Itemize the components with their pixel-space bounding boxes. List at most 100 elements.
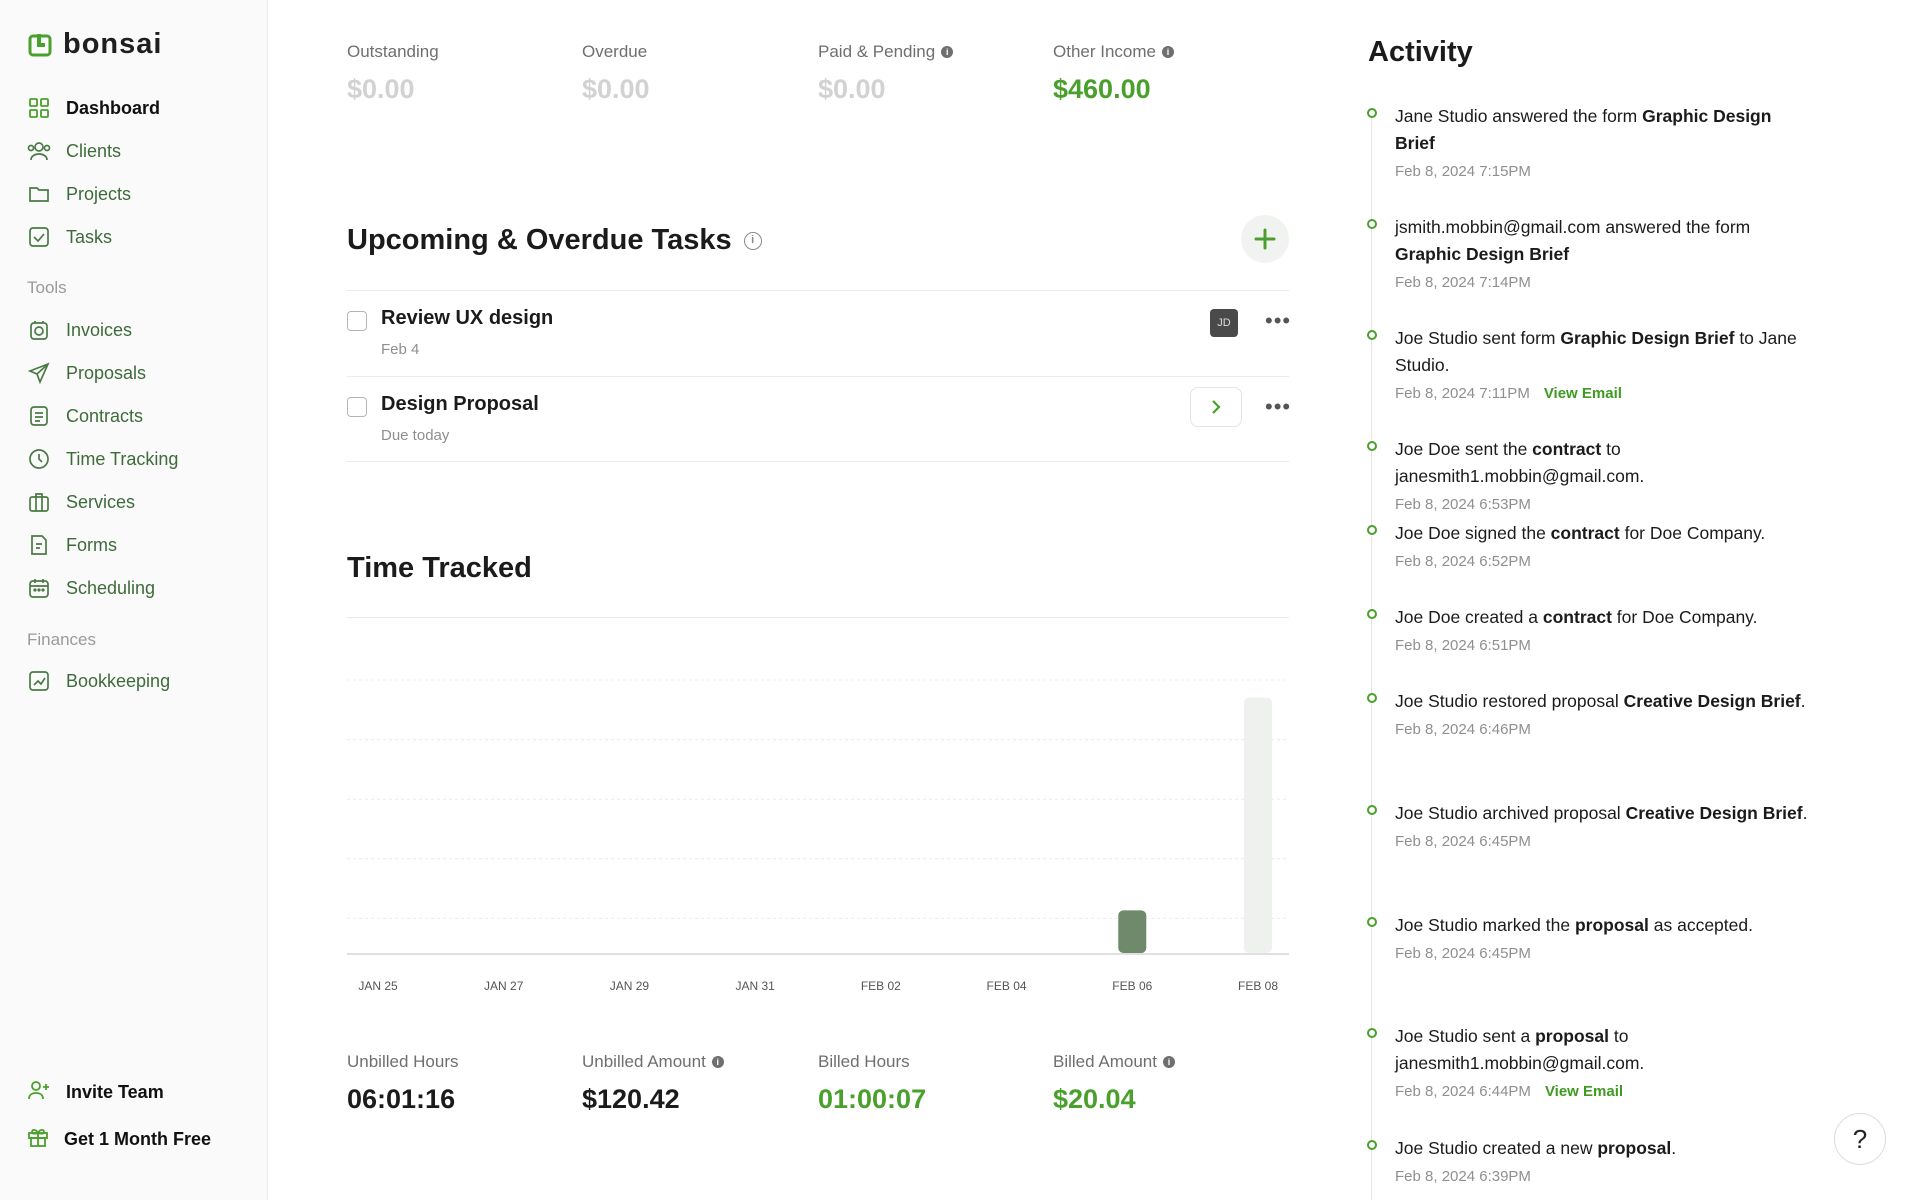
get-free-month-button[interactable]: Get 1 Month Free <box>27 1126 211 1153</box>
activity-item: Joe Studio archived proposal Creative De… <box>1367 800 1808 850</box>
sidebar-item-proposals[interactable]: Proposals <box>27 358 146 388</box>
activity-entity: proposal <box>1597 1138 1672 1158</box>
sidebar-item-label: Dashboard <box>66 97 161 118</box>
task-title[interactable]: Design Proposal <box>381 393 539 416</box>
activity-title: Activity <box>1368 36 1473 68</box>
view-email-link[interactable]: View Email <box>1544 385 1622 402</box>
sidebar-item-dashboard[interactable]: Dashboard <box>27 93 160 123</box>
activity-item: Joe Studio marked the proposal as accept… <box>1367 912 1808 962</box>
stat-other-income[interactable]: Other Income i $460.00 <box>1053 42 1174 105</box>
info-icon[interactable]: i <box>711 1056 724 1068</box>
activity-text-part: Joe Studio restored proposal <box>1395 691 1624 711</box>
x-tick-label: JAN 31 <box>735 979 775 993</box>
activity-text-part: for Doe Company. <box>1619 523 1766 543</box>
more-options-icon[interactable]: ••• <box>1265 310 1291 332</box>
add-task-button[interactable] <box>1241 215 1289 263</box>
activity-item: Joe Doe sent the contract to janesmith1.… <box>1367 436 1808 513</box>
stat-label-row: Billed Amount i <box>1053 1052 1175 1072</box>
task-checkbox[interactable] <box>347 397 367 417</box>
stat-unbilled-hours[interactable]: Unbilled Hours 06:01:16 <box>347 1052 459 1115</box>
sidebar-item-forms[interactable]: Forms <box>27 530 117 560</box>
sidebar-item-invoices[interactable]: Invoices <box>27 315 132 345</box>
stat-outstanding[interactable]: Outstanding $0.00 <box>347 42 439 105</box>
activity-item: Joe Doe created a contract for Doe Compa… <box>1367 604 1808 654</box>
section-title-text: Upcoming & Overdue Tasks <box>347 224 732 256</box>
assignee-avatar[interactable]: JD <box>1210 309 1238 337</box>
sidebar-item-label: Time Tracking <box>66 448 179 469</box>
invoice-icon <box>27 318 51 342</box>
sidebar-item-bookkeeping[interactable]: Bookkeeping <box>27 666 170 696</box>
task-row[interactable]: Design Proposal Due today ••• <box>347 377 1291 461</box>
activity-text-part: Jane Studio answered the form <box>1395 106 1643 126</box>
stat-billed-hours[interactable]: Billed Hours 01:00:07 <box>818 1052 926 1115</box>
activity-entity: proposal <box>1535 1026 1610 1046</box>
activity-text: Joe Doe created a contract for Doe Compa… <box>1395 604 1808 631</box>
sidebar-item-clients[interactable]: Clients <box>27 136 121 166</box>
sidebar-item-services[interactable]: Services <box>27 487 135 517</box>
activity-text: Joe Studio marked the proposal as accept… <box>1395 912 1808 939</box>
stat-label: Paid & Pending <box>818 42 936 61</box>
activity-text-part: . <box>1671 1138 1677 1158</box>
stat-label-row: Unbilled Amount i <box>582 1052 724 1072</box>
sidebar-item-projects[interactable]: Projects <box>27 179 131 209</box>
add-user-icon <box>27 1079 51 1106</box>
get-free-label: Get 1 Month Free <box>64 1129 212 1149</box>
invite-team-button[interactable]: Invite Team <box>27 1079 164 1106</box>
sidebar-item-tasks[interactable]: Tasks <box>27 222 112 252</box>
activity-meta: Feb 8, 2024 6:45PM <box>1395 945 1808 962</box>
stat-value: 06:01:16 <box>347 1084 456 1114</box>
plus-icon <box>1254 228 1276 250</box>
chart-bar[interactable] <box>1244 697 1272 953</box>
activity-meta: Feb 8, 2024 6:52PM <box>1395 553 1808 570</box>
stat-value: $0.00 <box>582 74 650 104</box>
timeline-dot-icon <box>1367 441 1377 451</box>
activity-item: Jane Studio answered the form Graphic De… <box>1367 103 1808 180</box>
task-checkbox[interactable] <box>347 311 367 331</box>
stat-value: $120.42 <box>582 1084 680 1114</box>
sidebar-item-scheduling[interactable]: Scheduling <box>27 573 155 603</box>
open-task-button[interactable] <box>1190 387 1242 427</box>
info-icon[interactable]: i <box>941 46 954 58</box>
activity-item: Joe Studio created a new proposal. Feb 8,… <box>1367 1135 1808 1185</box>
stat-billed-amount[interactable]: Billed Amount i $20.04 <box>1053 1052 1175 1115</box>
activity-date: Feb 8, 2024 6:51PM <box>1395 637 1531 654</box>
activity-text: Joe Doe signed the contract for Doe Comp… <box>1395 520 1808 547</box>
chevron-right-icon <box>1212 400 1221 414</box>
x-tick-label: FEB 02 <box>861 979 901 993</box>
sidebar-item-contracts[interactable]: Contracts <box>27 401 143 431</box>
sidebar-item-time-tracking[interactable]: Time Tracking <box>27 444 178 474</box>
users-icon <box>27 139 51 163</box>
stat-paid-pending[interactable]: Paid & Pending i $0.00 <box>818 42 954 105</box>
task-row[interactable]: Review UX design Feb 4 JD ••• <box>347 291 1291 375</box>
activity-meta: Feb 8, 2024 6:45PM <box>1395 833 1808 850</box>
stat-overdue[interactable]: Overdue $0.00 <box>582 42 650 105</box>
activity-text-part: Joe Studio sent form <box>1395 328 1561 348</box>
activity-text: Jane Studio answered the form Graphic De… <box>1395 103 1808 157</box>
timeline-dot-icon <box>1367 609 1377 619</box>
task-title[interactable]: Review UX design <box>381 307 553 330</box>
activity-text: Joe Studio sent a proposal to janesmith1… <box>1395 1023 1808 1077</box>
view-email-link[interactable]: View Email <box>1545 1083 1623 1100</box>
divider <box>347 461 1289 462</box>
info-icon[interactable]: i <box>743 231 762 250</box>
activity-meta: Feb 8, 2024 6:51PM <box>1395 637 1808 654</box>
activity-meta: Feb 8, 2024 7:11PM View Email <box>1395 385 1808 402</box>
x-tick-label: FEB 06 <box>1112 979 1152 993</box>
more-options-icon[interactable]: ••• <box>1265 396 1291 418</box>
clock-icon <box>27 447 51 471</box>
tools-section-label: Tools <box>27 278 67 297</box>
brand-logo[interactable]: bonsai <box>27 28 162 61</box>
activity-meta: Feb 8, 2024 6:46PM <box>1395 721 1808 738</box>
info-icon[interactable]: i <box>1162 1056 1175 1068</box>
chart-bar[interactable] <box>1118 910 1147 953</box>
grid-icon <box>27 96 51 120</box>
activity-date: Feb 8, 2024 6:46PM <box>1395 721 1531 738</box>
stat-unbilled-amount[interactable]: Unbilled Amount i $120.42 <box>582 1052 724 1115</box>
send-icon <box>27 361 51 385</box>
activity-item: Joe Studio restored proposal Creative De… <box>1367 688 1808 738</box>
info-icon[interactable]: i <box>1162 46 1174 58</box>
sidebar-item-label: Forms <box>66 534 117 555</box>
calendar-icon <box>27 576 51 600</box>
help-button[interactable]: ? <box>1834 1113 1886 1165</box>
timeline-dot-icon <box>1367 330 1377 340</box>
